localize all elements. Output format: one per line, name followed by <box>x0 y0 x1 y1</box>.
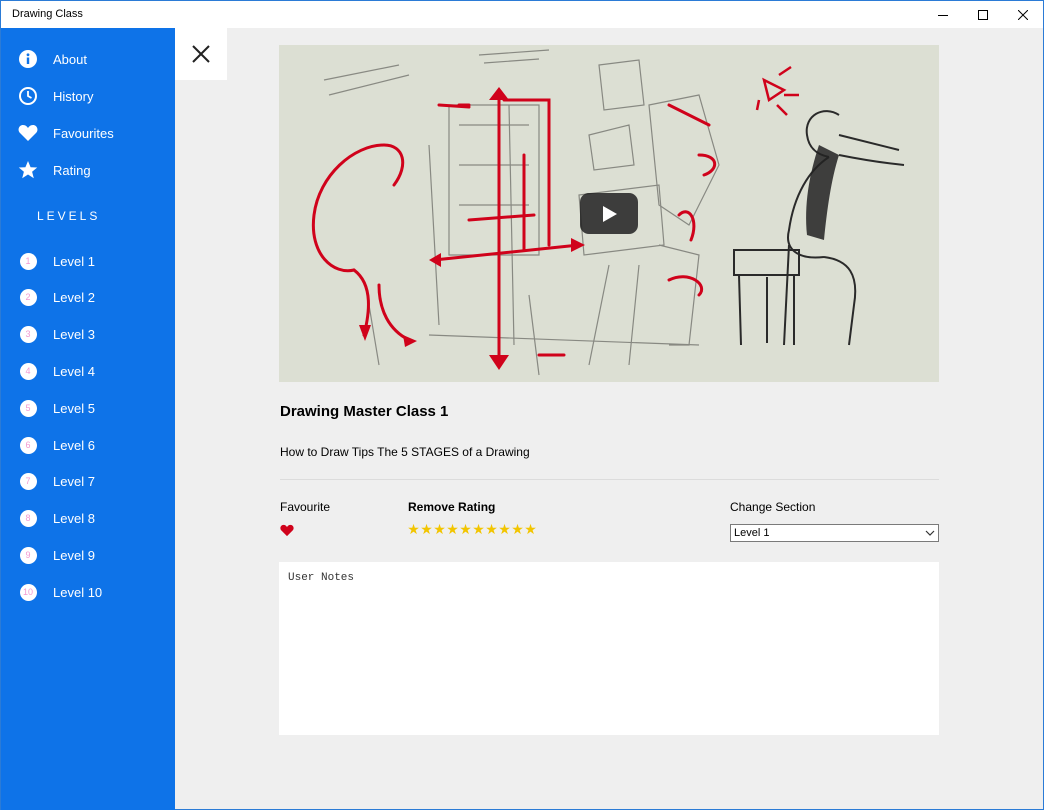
app-window: Drawing Class About History Favourites R… <box>0 0 1044 810</box>
number-10-icon: 10 <box>18 582 38 602</box>
chevron-down-icon <box>925 530 935 536</box>
sidebar-item-label: Level 8 <box>53 510 95 526</box>
window-title: Drawing Class <box>12 8 83 20</box>
notes-placeholder: User Notes <box>288 572 355 584</box>
clock-icon <box>18 86 38 106</box>
number-3-icon: 3 <box>18 324 38 344</box>
star-icon[interactable]: ★ <box>433 523 446 537</box>
star-icon[interactable]: ★ <box>485 523 498 537</box>
sidebar-item-label: Level 5 <box>53 400 95 416</box>
number-4-icon: 4 <box>18 361 38 381</box>
star-icon[interactable]: ★ <box>472 523 485 537</box>
close-window-button[interactable] <box>1003 1 1043 28</box>
sidebar-item-label: Favourites <box>53 125 114 141</box>
number-9-icon: 9 <box>18 545 38 565</box>
number-2-icon: 2 <box>18 287 38 307</box>
minimize-icon <box>938 14 948 16</box>
class-description: How to Draw Tips The 5 STAGES of a Drawi… <box>280 445 530 459</box>
sidebar-item-level-2[interactable]: 2 Level 2 <box>1 280 175 314</box>
sidebar-item-level-8[interactable]: 8 Level 8 <box>1 501 175 535</box>
levels-heading: LEVELS <box>37 209 101 223</box>
star-icon <box>18 160 38 180</box>
heart-icon <box>18 123 38 143</box>
sidebar-item-label: Level 2 <box>53 289 95 305</box>
close-pane-button[interactable] <box>175 28 227 80</box>
sidebar-item-level-7[interactable]: 7 Level 7 <box>1 464 175 498</box>
sidebar-item-level-6[interactable]: 6 Level 6 <box>1 428 175 462</box>
close-icon <box>192 45 210 63</box>
section-select-value: Level 1 <box>734 527 770 539</box>
maximize-icon <box>978 9 988 20</box>
divider <box>280 479 939 480</box>
star-icon[interactable]: ★ <box>446 523 459 537</box>
video-player[interactable] <box>279 45 939 382</box>
sidebar-item-level-4[interactable]: 4 Level 4 <box>1 354 175 388</box>
star-icon[interactable]: ★ <box>407 523 420 537</box>
sidebar-item-label: About <box>53 51 87 67</box>
number-7-icon: 7 <box>18 471 38 491</box>
close-icon <box>1018 9 1028 20</box>
minimize-button[interactable] <box>923 1 963 28</box>
sidebar-item-label: Level 3 <box>53 326 95 342</box>
sidebar-item-about[interactable]: About <box>1 42 175 76</box>
heart-icon <box>280 524 294 537</box>
maximize-button[interactable] <box>963 1 1003 28</box>
star-icon[interactable]: ★ <box>498 523 511 537</box>
sidebar-item-label: Level 4 <box>53 363 95 379</box>
favourite-label: Favourite <box>280 500 331 514</box>
number-1-icon: 1 <box>18 251 38 271</box>
number-5-icon: 5 <box>18 398 38 418</box>
sidebar: About History Favourites Rating LEVELS 1… <box>1 28 175 810</box>
sidebar-item-label: Level 6 <box>53 437 95 453</box>
number-8-icon: 8 <box>18 508 38 528</box>
sidebar-item-level-3[interactable]: 3 Level 3 <box>1 317 175 351</box>
sidebar-item-label: Level 7 <box>53 473 95 489</box>
star-icon[interactable]: ★ <box>524 523 537 537</box>
favourite-toggle[interactable] <box>280 524 294 537</box>
star-icon[interactable]: ★ <box>420 523 433 537</box>
change-section-label: Change Section <box>730 500 816 514</box>
sidebar-item-level-5[interactable]: 5 Level 5 <box>1 391 175 425</box>
sidebar-item-history[interactable]: History <box>1 79 175 113</box>
sidebar-item-rating[interactable]: Rating <box>1 153 175 187</box>
play-icon <box>603 205 617 222</box>
sidebar-item-label: Level 9 <box>53 547 95 563</box>
info-icon <box>18 49 38 69</box>
sidebar-item-label: Level 1 <box>53 253 95 269</box>
sidebar-item-level-10[interactable]: 10 Level 10 <box>1 575 175 609</box>
sidebar-item-label: Rating <box>53 162 91 178</box>
number-6-icon: 6 <box>18 435 38 455</box>
play-button[interactable] <box>580 193 638 234</box>
star-rating[interactable]: ★ ★ ★ ★ ★ ★ ★ ★ ★ ★ <box>407 523 537 537</box>
star-icon[interactable]: ★ <box>459 523 472 537</box>
sidebar-item-label: History <box>53 88 94 104</box>
sidebar-item-level-9[interactable]: 9 Level 9 <box>1 538 175 572</box>
star-icon[interactable]: ★ <box>511 523 524 537</box>
section-select[interactable]: Level 1 <box>730 524 939 542</box>
sidebar-item-level-1[interactable]: 1 Level 1 <box>1 244 175 278</box>
sidebar-item-favourites[interactable]: Favourites <box>1 116 175 150</box>
sidebar-item-label: Level 10 <box>53 584 103 600</box>
title-bar: Drawing Class <box>1 1 1043 28</box>
class-title: Drawing Master Class 1 <box>280 403 449 420</box>
user-notes-textarea[interactable]: User Notes <box>279 562 939 735</box>
remove-rating-button[interactable]: Remove Rating <box>408 500 495 514</box>
